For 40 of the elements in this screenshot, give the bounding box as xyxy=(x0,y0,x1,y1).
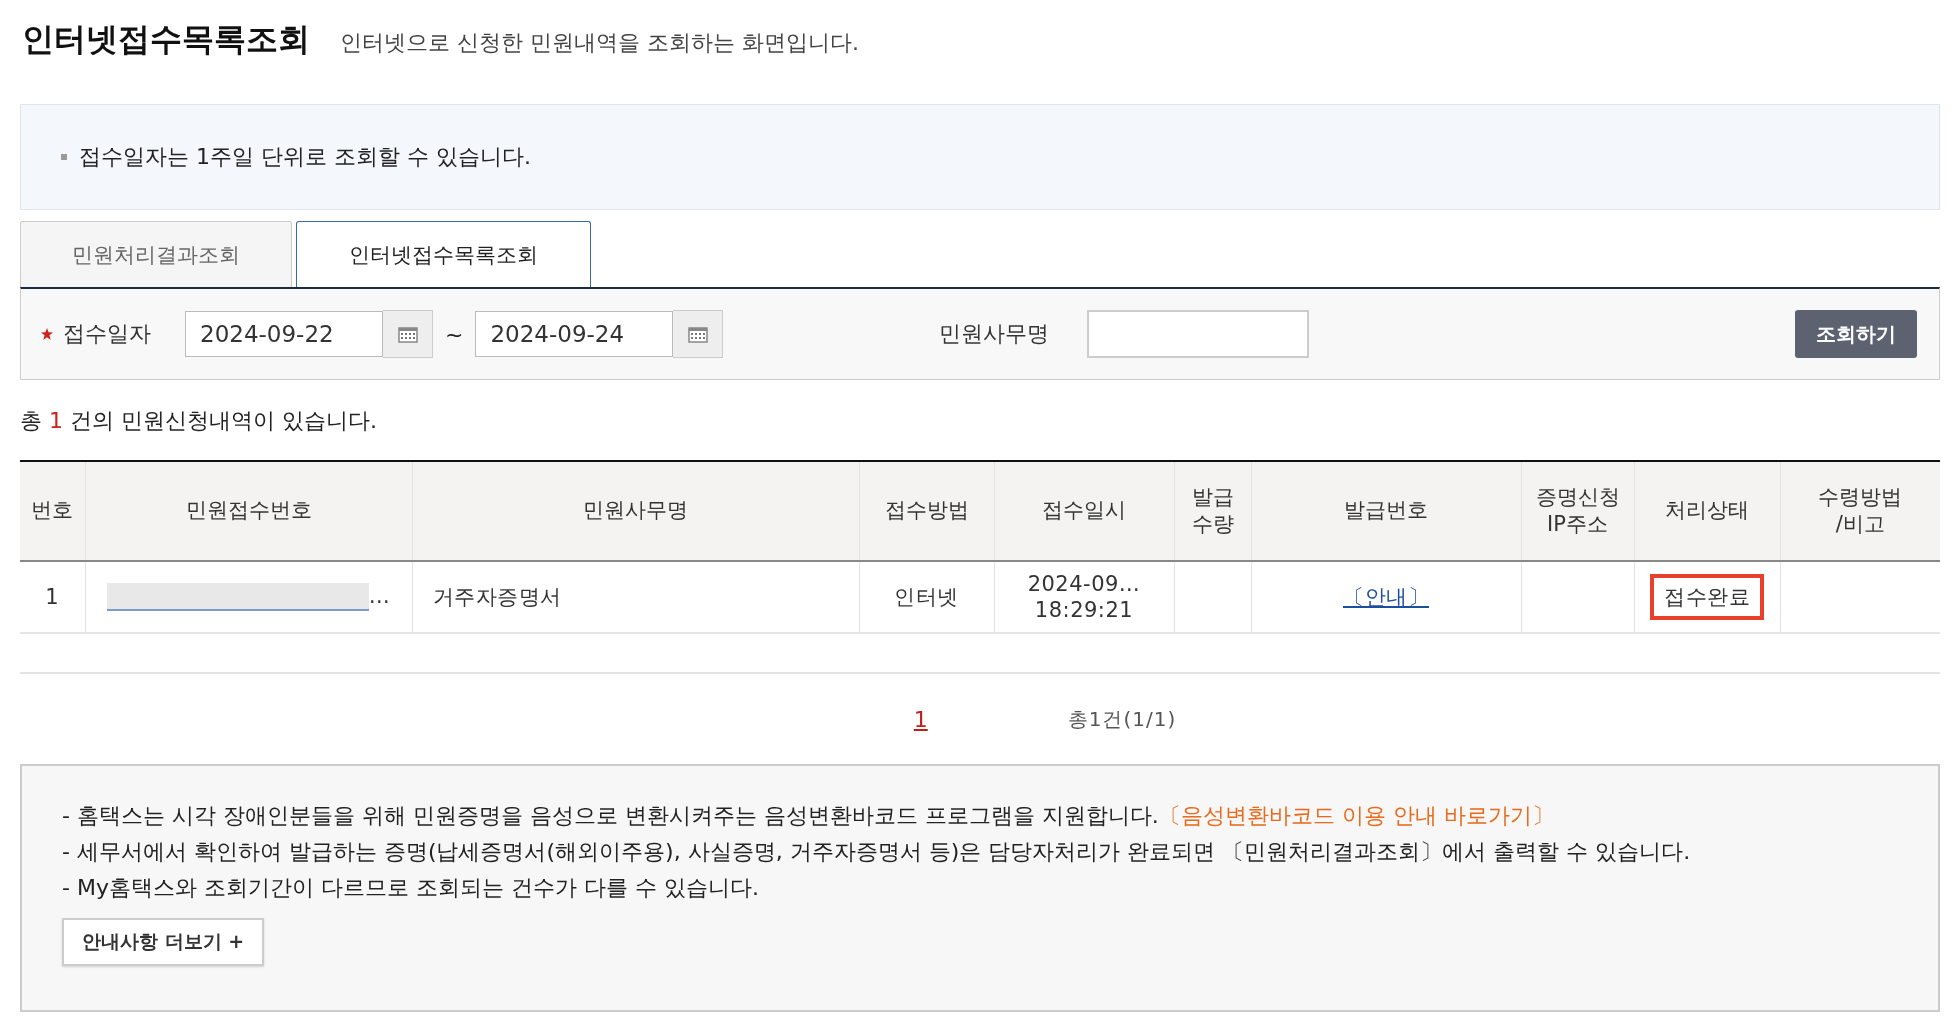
calendar-icon xyxy=(687,325,708,343)
calendar-button[interactable] xyxy=(673,310,724,358)
column-header: 접수일시 xyxy=(994,461,1174,561)
column-header: 번호 xyxy=(20,461,85,561)
search-button[interactable]: 조회하기 xyxy=(1795,310,1917,358)
notice-text: 접수일자는 1주일 단위로 조회할 수 있습니다. xyxy=(79,143,531,171)
note-text: - 세무서에서 확인하여 발급하는 증명(납세증명서(해외이주용), 사실증명, 거주자증명서 등)은 담당자처리가 완료되면 〔민원처리결과조회〕에서 출력할 수 있습니다. xyxy=(62,838,1692,866)
page-subtitle: 인터넷으로 신청한 민원내역을 조회하는 화면입니다. xyxy=(340,29,859,57)
column-header: 처리상태 xyxy=(1634,461,1780,561)
column-header: 발급 수량 xyxy=(1174,461,1251,561)
note-text: - My홈택스와 조회기간이 다르므로 조회되는 건수가 다를 수 있습니다. xyxy=(62,874,760,902)
date-field[interactable]: 2024-09-22 xyxy=(185,311,383,357)
field-label: 민원사무명 xyxy=(939,320,1050,348)
column-header: 증명신청 IP주소 xyxy=(1521,461,1634,561)
note-text: - 홈택스는 시각 장애인분들을 위해 민원증명을 음성으로 변환시켜주는 음성변환바코드 프로그램을 지원합니다.〔음성변환바코드 이용 안내 바로가기〕 xyxy=(62,802,1555,830)
info-link[interactable]: 〔안내〕 xyxy=(1343,584,1429,609)
bullet-icon xyxy=(61,154,67,160)
column-header: 민원사무명 xyxy=(412,461,859,561)
page-total: 총1건(1/1) xyxy=(1067,705,1177,733)
tab[interactable]: 인터넷접수목록조회 xyxy=(296,221,591,287)
column-header: 발급번호 xyxy=(1251,461,1521,561)
calendar-button[interactable] xyxy=(383,310,433,358)
tab[interactable]: 민원처리결과조회 xyxy=(20,221,292,287)
table-cell: 2024-09… 18:29:21 xyxy=(994,561,1174,633)
more-button[interactable]: 안내사항 더보기 + xyxy=(62,918,265,966)
table-cell: 1 xyxy=(20,561,85,633)
calendar-icon xyxy=(397,325,418,343)
result-summary: 총 1 건의 민원신청내역이 있습니다. xyxy=(20,407,378,435)
column-header: 수령방법 /비고 xyxy=(1780,461,1940,561)
column-header: 접수방법 xyxy=(859,461,994,561)
field-label: 접수일자 xyxy=(63,320,151,348)
column-header: 민원접수번호 xyxy=(85,461,412,561)
table-cell: 인터넷 xyxy=(859,561,994,633)
page-title: 인터넷접수목록조회 xyxy=(22,19,310,60)
input-field[interactable] xyxy=(1087,310,1310,358)
range-separator: ~ xyxy=(445,321,464,347)
page-link[interactable]: 1 xyxy=(913,706,928,732)
date-field[interactable]: 2024-09-24 xyxy=(475,311,674,357)
table-cell: 거주자증명서 xyxy=(412,561,859,633)
ellipsis-text: … xyxy=(368,584,391,608)
